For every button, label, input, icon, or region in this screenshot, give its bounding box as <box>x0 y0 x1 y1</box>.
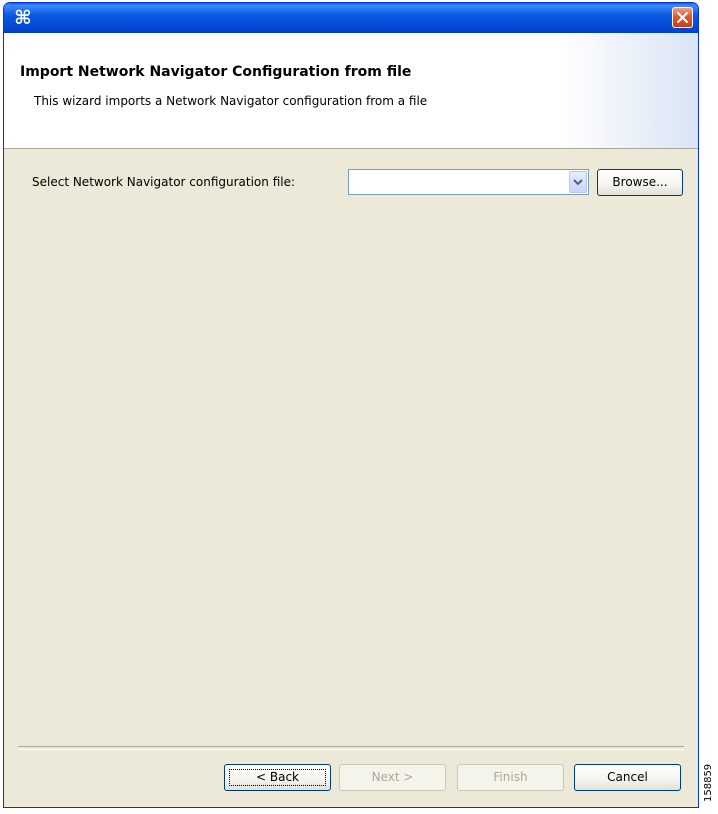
import-wizard-dialog: ⌘ Import Network Navigator Configuration… <box>3 2 699 808</box>
back-button[interactable]: < Back <box>224 764 331 791</box>
browse-button[interactable]: Browse... <box>597 169 683 196</box>
close-button[interactable] <box>672 7 693 28</box>
chevron-down-icon <box>573 179 583 186</box>
cancel-button[interactable]: Cancel <box>574 764 681 791</box>
figure-id: 158859 <box>703 763 714 802</box>
file-label: Select Network Navigator configuration f… <box>32 175 296 189</box>
file-combobox[interactable] <box>348 169 589 195</box>
page-description: This wizard imports a Network Navigator … <box>34 94 428 108</box>
next-button[interactable]: Next > <box>339 764 446 791</box>
wizard-header: Import Network Navigator Configuration f… <box>4 33 698 149</box>
close-icon <box>676 11 689 24</box>
finish-button[interactable]: Finish <box>457 764 564 791</box>
combobox-dropdown-button[interactable] <box>569 171 587 193</box>
title-bar[interactable]: ⌘ <box>4 3 698 33</box>
footer-divider <box>18 746 684 750</box>
focus-ring <box>229 769 326 786</box>
page-title: Import Network Navigator Configuration f… <box>20 64 412 80</box>
app-icon: ⌘ <box>14 7 32 29</box>
